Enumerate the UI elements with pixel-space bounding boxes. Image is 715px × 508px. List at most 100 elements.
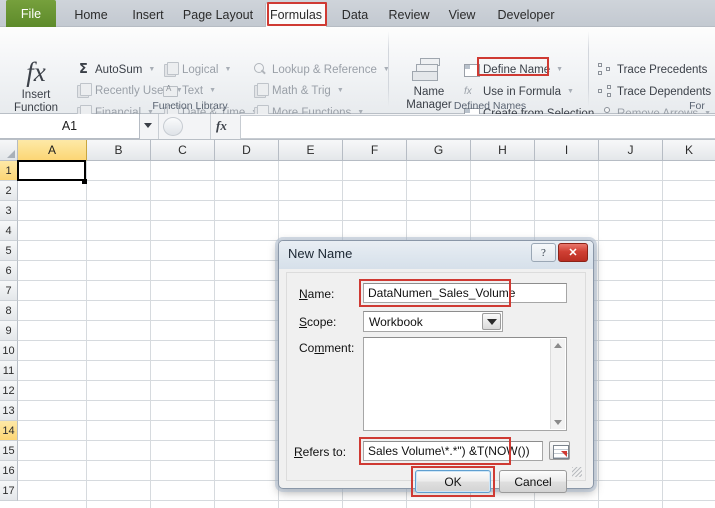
row-header-4[interactable]: 4 <box>0 221 18 241</box>
cancel-button[interactable]: Cancel <box>499 470 567 493</box>
column-header-j[interactable]: J <box>599 140 663 161</box>
active-cell-a1[interactable] <box>17 160 86 181</box>
insert-function-button[interactable]: Insert Function <box>2 89 70 115</box>
tab-data-label: Data <box>341 8 369 22</box>
name-box-dropdown-icon[interactable] <box>144 123 152 128</box>
row-header-12[interactable]: 12 <box>0 381 18 401</box>
tab-insert[interactable]: Insert <box>122 3 174 27</box>
dialog-title: New Name <box>288 246 353 261</box>
row-header-3[interactable]: 3 <box>0 201 18 221</box>
comment-input[interactable] <box>363 337 567 431</box>
scope-value: Workbook <box>369 314 423 329</box>
ok-button[interactable]: OK <box>415 470 491 493</box>
ok-button-label: OK <box>444 474 462 489</box>
row-header-6[interactable]: 6 <box>0 261 18 281</box>
row-header-13[interactable]: 13 <box>0 401 18 421</box>
ribbon-item-autosum[interactable]: Σ AutoSum ▼ <box>76 60 155 79</box>
text-icon <box>163 83 178 98</box>
tab-developer[interactable]: Developer <box>488 3 564 27</box>
column-header-f[interactable]: F <box>343 140 407 161</box>
ribbon-item-logical[interactable]: Logical ▼ <box>163 60 231 79</box>
help-button[interactable]: ? <box>531 243 556 262</box>
insert-function-label-1: Insert <box>21 89 51 101</box>
ribbon-item-trace-precedents-label: Trace Precedents <box>617 63 708 76</box>
name-box-value: A1 <box>61 119 78 133</box>
tab-data[interactable]: Data <box>332 3 378 27</box>
excel-window: File Home Insert Page Layout Formulas Da… <box>0 0 715 508</box>
tab-page-layout[interactable]: Page Layout <box>176 3 260 27</box>
fill-handle[interactable] <box>82 179 87 184</box>
row-header-10[interactable]: 10 <box>0 341 18 361</box>
ribbon-item-text[interactable]: Text ▼ <box>163 81 216 100</box>
column-header-c[interactable]: C <box>151 140 215 161</box>
scroll-up-icon[interactable] <box>554 343 562 348</box>
new-name-dialog: New Name ? ✕ Name: DataNumen_Sales_Volum… <box>275 237 597 497</box>
collapse-dialog-button[interactable] <box>549 441 570 460</box>
chevron-down-icon: ▼ <box>566 88 574 95</box>
scroll-down-icon[interactable] <box>554 420 562 425</box>
row-header-2[interactable]: 2 <box>0 181 18 201</box>
dialog-title-bar[interactable]: New Name ? ✕ <box>279 241 593 269</box>
ribbon-item-define-name[interactable]: Define Name ▼ <box>464 60 563 79</box>
chevron-down-icon[interactable] <box>482 313 501 330</box>
column-header-e[interactable]: E <box>279 140 343 161</box>
select-all-corner[interactable] <box>0 140 18 161</box>
scope-select[interactable]: Workbook <box>363 311 503 332</box>
chevron-down-icon: ▼ <box>224 66 232 73</box>
use-in-formula-icon: fx <box>464 86 472 97</box>
row-header-7[interactable]: 7 <box>0 281 18 301</box>
chevron-down-icon: ▼ <box>556 66 564 73</box>
column-header-h[interactable]: H <box>471 140 535 161</box>
tab-page-layout-label: Page Layout <box>182 8 254 22</box>
fx-icon[interactable]: fx <box>12 57 60 87</box>
ribbon-item-use-in-formula-label: Use in Formula <box>483 85 561 98</box>
book-icon <box>163 62 179 77</box>
tab-formulas[interactable]: Formulas <box>265 2 327 28</box>
tab-review[interactable]: Review <box>382 3 436 27</box>
row-header-9[interactable]: 9 <box>0 321 18 341</box>
name-input[interactable]: DataNumen_Sales_Volume <box>363 283 567 303</box>
column-header-b[interactable]: B <box>87 140 151 161</box>
refers-to-input[interactable]: Sales Volume\*.*") &T(NOW()) <box>363 441 543 461</box>
column-header-d[interactable]: D <box>215 140 279 161</box>
row-header-16[interactable]: 16 <box>0 461 18 481</box>
row-header-17[interactable]: 17 <box>0 481 18 501</box>
tab-view[interactable]: View <box>440 3 484 27</box>
ribbon-item-trace-precedents[interactable]: Trace Precedents <box>598 60 707 79</box>
name-manager-icon[interactable] <box>412 58 446 84</box>
scope-label: Scope: <box>299 315 337 329</box>
ribbon-item-lookup-reference[interactable]: Lookup & Reference ▼ <box>253 60 390 79</box>
insert-function-label-2: Function <box>13 102 59 114</box>
row-header-8[interactable]: 8 <box>0 301 18 321</box>
close-button[interactable]: ✕ <box>558 243 588 262</box>
ribbon-item-math-trig[interactable]: Math & Trig ▼ <box>253 81 344 100</box>
row-header-1[interactable]: 1 <box>0 161 18 181</box>
column-header-i[interactable]: I <box>535 140 599 161</box>
insert-function-bar-icon[interactable]: fx <box>216 118 227 134</box>
formula-input[interactable] <box>240 115 715 139</box>
row-header-15[interactable]: 15 <box>0 441 18 461</box>
column-header-g[interactable]: G <box>407 140 471 161</box>
ribbon-item-use-in-formula[interactable]: fx Use in Formula ▼ <box>464 82 574 101</box>
ribbon: fx Insert Function Σ AutoSum ▼ Recently … <box>0 27 715 121</box>
chevron-down-icon: ▼ <box>209 87 217 94</box>
row-header-5[interactable]: 5 <box>0 241 18 261</box>
tab-developer-label: Developer <box>497 8 555 22</box>
row-header-11[interactable]: 11 <box>0 361 18 381</box>
group-divider-1 <box>388 31 389 107</box>
help-icon: ? <box>541 246 546 259</box>
group-label-formula-auditing: For <box>689 100 705 112</box>
row-header-14[interactable]: 14 <box>0 421 18 441</box>
tab-home-label: Home <box>74 8 108 22</box>
cancel-formula-button[interactable] <box>163 117 183 136</box>
dialog-resize-handle[interactable] <box>572 467 582 477</box>
comment-scrollbar[interactable] <box>550 339 565 429</box>
tab-file[interactable]: File <box>6 0 56 27</box>
define-name-icon <box>464 62 480 77</box>
name-box[interactable]: A1 <box>0 114 140 139</box>
column-header-a[interactable]: A <box>18 140 87 161</box>
tab-home[interactable]: Home <box>62 3 120 27</box>
ribbon-item-trace-dependents[interactable]: Trace Dependents <box>598 82 711 101</box>
column-header-k[interactable]: K <box>663 140 715 161</box>
dialog-body: Name: DataNumen_Sales_Volume Scope: Work… <box>286 272 586 497</box>
